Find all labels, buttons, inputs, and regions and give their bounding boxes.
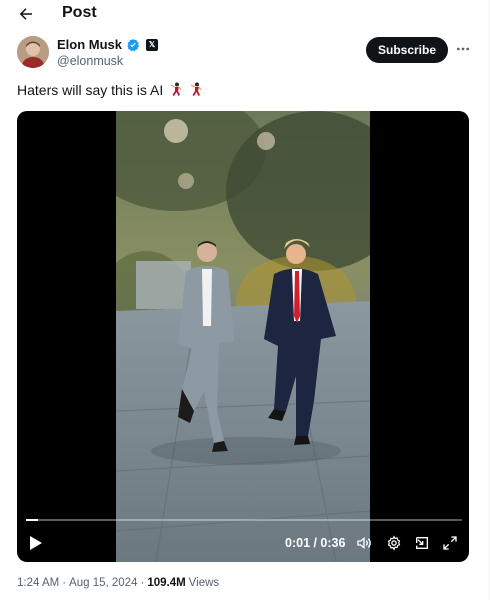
picture-in-picture-button[interactable] — [413, 534, 431, 552]
post-meta: 1:24 AM · Aug 15, 2024 · 109.4M Views — [17, 577, 219, 589]
play-button[interactable] — [27, 533, 45, 553]
video-frame — [116, 111, 370, 562]
video-thumbnail — [116, 111, 370, 562]
tweet-text-row: Haters will say this is AI — [17, 82, 203, 98]
x-logo-icon[interactable]: 𝕏 — [146, 38, 159, 51]
subscribe-button[interactable]: Subscribe — [366, 37, 448, 63]
verified-badge-icon[interactable] — [126, 38, 140, 52]
avatar-image — [17, 36, 49, 68]
settings-icon — [387, 535, 401, 551]
picture-in-picture-icon — [416, 537, 428, 549]
fullscreen-button[interactable] — [441, 534, 459, 552]
arrow-left-icon — [19, 8, 32, 20]
man-dancing-emoji — [170, 82, 182, 96]
video-progress-fill — [26, 519, 39, 521]
more-horizontal-icon — [457, 47, 469, 51]
avatar[interactable] — [17, 36, 49, 68]
page-title: Post — [62, 4, 97, 21]
volume-icon — [357, 536, 371, 550]
author-handle[interactable]: @elonmusk — [57, 54, 123, 68]
video-player[interactable]: 0:01 / 0:36 — [17, 111, 469, 562]
meta-separator: · — [140, 577, 145, 589]
author-name[interactable]: Elon Musk — [57, 37, 122, 52]
views-label: Views — [188, 577, 220, 589]
fullscreen-icon — [443, 536, 457, 550]
video-progress-bar[interactable] — [26, 519, 462, 521]
post-time[interactable]: 1:24 AM — [17, 577, 59, 589]
man-dancing-emoji — [190, 82, 202, 96]
play-icon — [30, 536, 42, 550]
header: Post — [0, 0, 490, 28]
more-options-button[interactable] — [454, 40, 472, 58]
views-count: 109.4M — [147, 577, 186, 589]
volume-button[interactable] — [355, 534, 373, 552]
settings-button[interactable] — [385, 534, 403, 552]
meta-separator: · — [62, 577, 67, 589]
author-name-row: Elon Musk 𝕏 — [57, 37, 159, 52]
post-page: Post Elon Musk 𝕏 @elonmusk Subscribe Hat… — [0, 0, 490, 600]
back-button[interactable] — [14, 2, 38, 26]
post-date[interactable]: Aug 15, 2024 — [69, 577, 137, 589]
tweet-text: Haters will say this is AI — [17, 82, 164, 98]
